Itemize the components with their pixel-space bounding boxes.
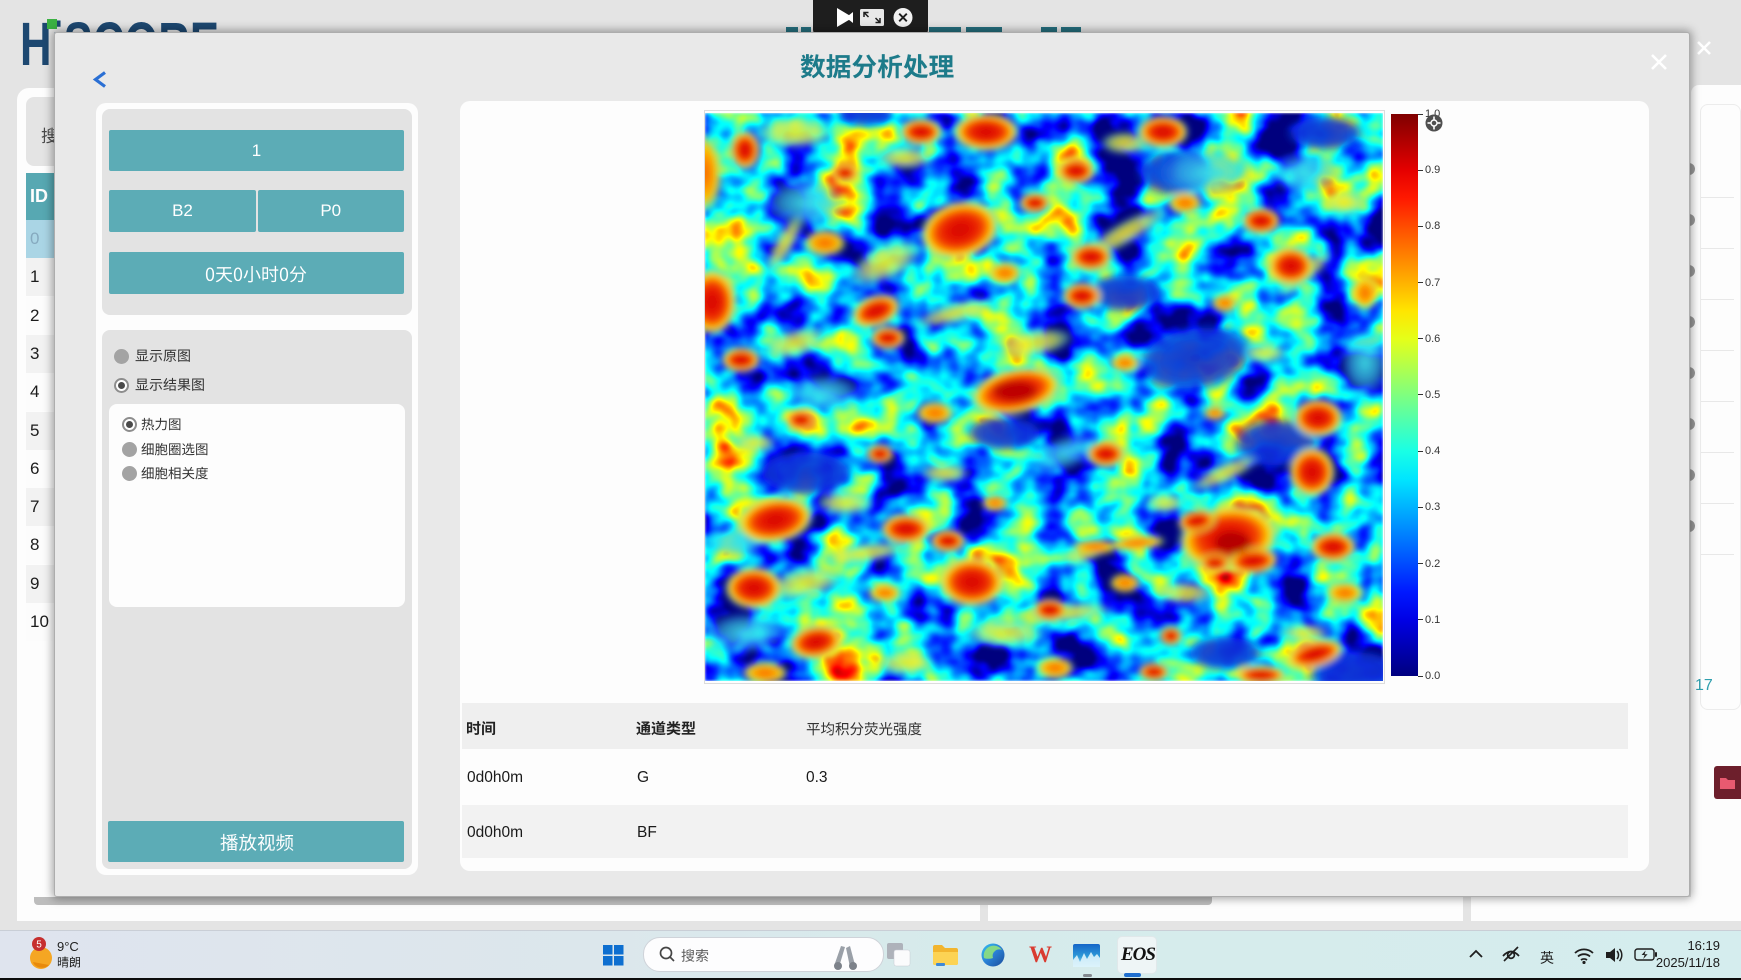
svg-text:5: 5 bbox=[36, 940, 42, 951]
